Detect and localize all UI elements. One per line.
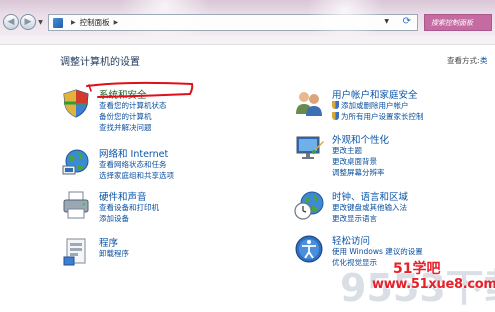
- category-heading-programs[interactable]: 程序: [99, 235, 118, 249]
- address-bar[interactable]: ▶ 控制面板 ▶ ▼ ⟳: [48, 14, 418, 31]
- category-heading-system-security[interactable]: 系统和安全: [99, 87, 147, 101]
- link-network-status[interactable]: 查看网络状态和任务: [99, 159, 174, 170]
- history-dropdown-button[interactable]: ▼: [37, 19, 44, 26]
- category-heading-ease-of-access[interactable]: 轻松访问: [332, 233, 370, 247]
- category-heading-network[interactable]: 网络和 Internet: [99, 146, 168, 160]
- link-parental-controls[interactable]: 为所有用户设置家长控制: [332, 111, 424, 122]
- ease-of-access-icon[interactable]: [293, 233, 325, 265]
- link-display-language[interactable]: 更改显示语言: [332, 213, 407, 224]
- link-text: 添加或删除用户帐户: [341, 101, 409, 110]
- control-panel-icon: [53, 17, 63, 28]
- search-input[interactable]: 搜索控制面板: [424, 14, 492, 31]
- category-heading-hardware-sound[interactable]: 硬件和声音: [99, 189, 147, 203]
- page-title: 调整计算机的设置: [60, 57, 140, 68]
- back-button[interactable]: ◀: [3, 14, 19, 30]
- link-change-theme[interactable]: 更改主题: [332, 145, 385, 156]
- link-text: 为所有用户设置家长控制: [341, 112, 424, 121]
- view-by-label: 查看方式:: [447, 56, 480, 65]
- link-change-background[interactable]: 更改桌面背景: [332, 156, 385, 167]
- link-backup-computer[interactable]: 备份您的计算机: [99, 111, 167, 122]
- users-icon[interactable]: [293, 87, 325, 119]
- uac-shield-icon: [332, 101, 339, 109]
- printer-icon[interactable]: [60, 189, 92, 221]
- watermark-url: www.51xue8.com: [372, 277, 495, 292]
- link-devices-printers[interactable]: 查看设备和打印机: [99, 202, 159, 213]
- breadcrumb-control-panel[interactable]: 控制面板: [80, 17, 110, 28]
- view-by-dropdown[interactable]: 类: [480, 55, 488, 66]
- refresh-icon[interactable]: ⟳: [403, 16, 411, 27]
- programs-icon[interactable]: [60, 235, 92, 267]
- globe-network-icon[interactable]: [60, 146, 92, 178]
- link-find-fix-problems[interactable]: 查找并解决问题: [99, 122, 167, 133]
- search-placeholder: 搜索控制面板: [431, 18, 473, 27]
- link-homegroup-sharing[interactable]: 选择家庭组和共享选项: [99, 170, 174, 181]
- shield-icon[interactable]: [60, 87, 92, 119]
- toolbar: [0, 36, 495, 45]
- title-bar: ◀ ▶ ▼ ▶ 控制面板 ▶ ▼ ⟳ 搜索控制面板: [0, 0, 495, 40]
- monitor-personalize-icon[interactable]: [293, 132, 325, 164]
- link-view-computer-status[interactable]: 查看您的计算机状态: [99, 100, 167, 111]
- clock-globe-icon[interactable]: [293, 189, 325, 221]
- breadcrumb-arrow[interactable]: ▶: [114, 19, 119, 26]
- link-uninstall-program[interactable]: 卸载程序: [99, 248, 129, 259]
- forward-button[interactable]: ▶: [20, 14, 36, 30]
- watermark: 9553下载 51学吧 www.51xue8.com: [340, 255, 495, 310]
- category-heading-clock-language[interactable]: 时钟、语言和区域: [332, 189, 408, 203]
- link-keyboard-input[interactable]: 更改键盘或其他输入法: [332, 202, 407, 213]
- uac-shield-icon: [332, 112, 339, 120]
- link-add-remove-users[interactable]: 添加或删除用户帐户: [332, 100, 424, 111]
- watermark-title: 51学吧: [393, 261, 441, 277]
- category-heading-appearance[interactable]: 外观和个性化: [332, 132, 389, 146]
- address-dropdown-icon[interactable]: ▼: [384, 18, 389, 25]
- category-heading-user-accounts[interactable]: 用户帐户和家庭安全: [332, 87, 418, 101]
- breadcrumb-separator[interactable]: ▶: [71, 19, 76, 26]
- link-screen-resolution[interactable]: 调整屏幕分辨率: [332, 167, 385, 178]
- link-add-device[interactable]: 添加设备: [99, 213, 159, 224]
